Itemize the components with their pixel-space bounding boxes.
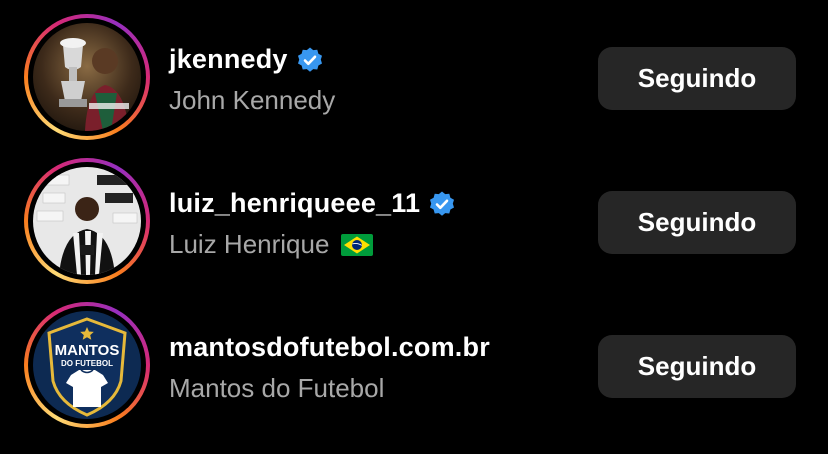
avatar[interactable] bbox=[33, 23, 141, 131]
username[interactable]: luiz_henriqueee_11 bbox=[169, 188, 456, 219]
following-button[interactable]: Seguindo bbox=[598, 335, 796, 398]
account-row-jkennedy[interactable]: jkennedy John Kennedy Seguindo bbox=[0, 14, 828, 158]
full-name: John Kennedy bbox=[169, 85, 335, 116]
following-button[interactable]: Seguindo bbox=[598, 47, 796, 110]
story-ring[interactable] bbox=[24, 14, 150, 140]
full-name-text: Luiz Henrique bbox=[169, 229, 330, 259]
verified-badge-icon bbox=[297, 47, 322, 72]
avatar[interactable] bbox=[33, 167, 141, 275]
brazil-flag-icon bbox=[341, 233, 374, 256]
verified-badge-icon bbox=[430, 191, 455, 216]
story-ring[interactable]: MANTOS DO FUTEBOL bbox=[24, 302, 150, 428]
avatar[interactable]: MANTOS DO FUTEBOL bbox=[33, 311, 141, 419]
avatar-photo-icon bbox=[33, 23, 141, 131]
svg-text:DO FUTEBOL: DO FUTEBOL bbox=[61, 359, 113, 368]
following-button[interactable]: Seguindo bbox=[598, 191, 796, 254]
account-row-mantosdofutebol[interactable]: MANTOS DO FUTEBOL mantosdofutebol.com.br… bbox=[0, 302, 828, 446]
full-name-text: Mantos do Futebol bbox=[169, 373, 385, 403]
username-text[interactable]: jkennedy bbox=[169, 44, 288, 75]
full-name-text: John Kennedy bbox=[169, 85, 336, 115]
avatar-photo-icon bbox=[33, 167, 141, 275]
mantos-do-futebol-logo-icon: MANTOS DO FUTEBOL bbox=[33, 311, 141, 419]
username-text[interactable]: luiz_henriqueee_11 bbox=[169, 188, 420, 219]
full-name: Luiz Henrique bbox=[169, 229, 374, 260]
account-row-luiz-henriqueee-11[interactable]: luiz_henriqueee_11 Luiz Henrique Seguind… bbox=[0, 158, 828, 302]
full-name: Mantos do Futebol bbox=[169, 373, 384, 404]
username-text[interactable]: mantosdofutebol.com.br bbox=[169, 332, 490, 363]
story-ring[interactable] bbox=[24, 158, 150, 284]
username[interactable]: mantosdofutebol.com.br bbox=[169, 332, 490, 363]
username[interactable]: jkennedy bbox=[169, 44, 324, 75]
svg-text:MANTOS: MANTOS bbox=[55, 342, 120, 359]
